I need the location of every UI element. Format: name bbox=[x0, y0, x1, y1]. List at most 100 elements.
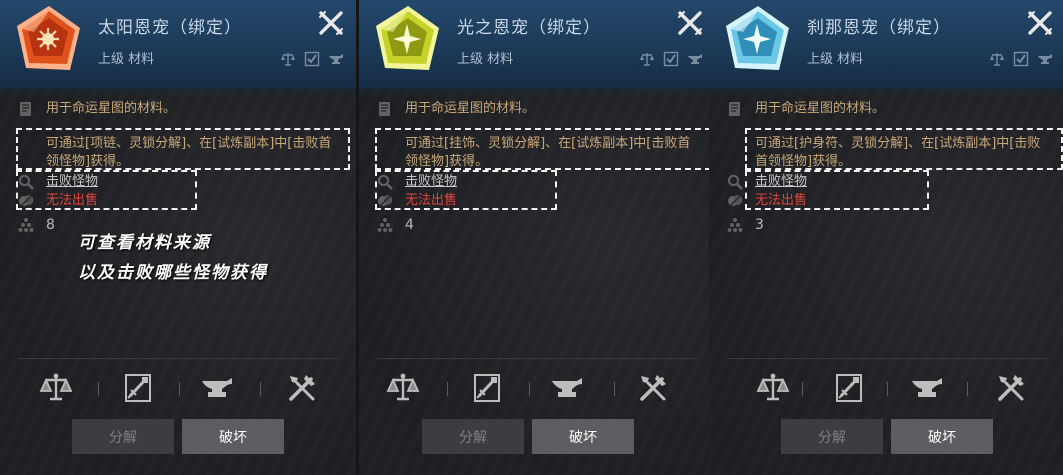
destroy-button[interactable]: 破坏 bbox=[891, 419, 993, 454]
divider bbox=[18, 358, 338, 359]
anvil-icon bbox=[687, 51, 703, 67]
quantity-row: 8 bbox=[18, 216, 55, 234]
stack-icon bbox=[18, 217, 34, 233]
stack-icon bbox=[727, 217, 743, 233]
separator bbox=[614, 382, 615, 396]
scroll-icon[interactable] bbox=[120, 370, 156, 406]
quantity-row: 4 bbox=[377, 216, 414, 234]
document-icon bbox=[18, 101, 34, 117]
tradeable-icon bbox=[639, 51, 655, 67]
tools-icon[interactable] bbox=[284, 370, 320, 406]
document-icon bbox=[377, 101, 393, 117]
item-description: 用于命运星图的材料。 bbox=[405, 101, 536, 116]
sun-gem-icon bbox=[17, 6, 80, 70]
dismantle-button[interactable]: 分解 bbox=[72, 419, 174, 454]
item-tooltip-panel: 太阳恩宠（绑定） 上级 材料 用于命运星图的材料。 可通过[项链、灵锁分解]、在… bbox=[0, 0, 356, 475]
item-name: 刹那恩宠（绑定） bbox=[807, 18, 951, 38]
separator bbox=[260, 382, 261, 396]
stack-icon bbox=[377, 217, 393, 233]
bound-check-icon bbox=[1013, 51, 1029, 67]
header-status-icons bbox=[989, 51, 1053, 67]
item-description: 用于命运星图的材料。 bbox=[46, 101, 177, 116]
header-status-icons bbox=[280, 51, 344, 67]
defeat-monster-link[interactable]: 击败怪物 bbox=[46, 173, 98, 191]
destroy-button[interactable]: 破坏 bbox=[182, 419, 284, 454]
sell-row: 无法出售 bbox=[18, 192, 98, 210]
item-description: 用于命运星图的材料。 bbox=[755, 101, 886, 116]
action-bar bbox=[709, 370, 1063, 410]
item-quantity: 3 bbox=[755, 217, 764, 233]
scale-icon[interactable] bbox=[385, 370, 421, 406]
monster-row: 击败怪物 bbox=[377, 173, 457, 191]
light-gem-icon bbox=[376, 6, 439, 70]
separator bbox=[967, 382, 968, 396]
tradeable-icon bbox=[989, 51, 1005, 67]
separator bbox=[802, 382, 803, 396]
action-bar bbox=[0, 370, 356, 410]
scale-icon[interactable] bbox=[38, 370, 74, 406]
bound-check-icon bbox=[304, 51, 320, 67]
coins-icon bbox=[727, 193, 743, 209]
dismantle-button[interactable]: 分解 bbox=[781, 419, 883, 454]
item-name: 太阳恩宠（绑定） bbox=[98, 18, 242, 38]
description-row: 用于命运星图的材料。 bbox=[18, 100, 176, 118]
destroy-button[interactable]: 破坏 bbox=[532, 419, 634, 454]
anvil-icon[interactable] bbox=[549, 370, 585, 406]
monster-row: 击败怪物 bbox=[727, 173, 807, 191]
defeat-monster-link[interactable]: 击败怪物 bbox=[405, 173, 457, 191]
annotation-line-2: 以及击败哪些怪物获得 bbox=[78, 263, 268, 283]
scroll-icon[interactable] bbox=[831, 370, 867, 406]
dismantle-button[interactable]: 分解 bbox=[422, 419, 524, 454]
bound-check-icon bbox=[663, 51, 679, 67]
close-icon[interactable] bbox=[675, 8, 705, 38]
sell-status: 无法出售 bbox=[46, 193, 99, 208]
description-row: 用于命运星图的材料。 bbox=[727, 100, 885, 118]
separator bbox=[887, 382, 888, 396]
annotation-line-1: 可查看材料来源 bbox=[78, 233, 211, 253]
item-tooltip-panel: 刹那恩宠（绑定） 上级 材料 用于命运星图的材料。 可通过[护身符、灵锁分解]、… bbox=[709, 0, 1063, 475]
separator bbox=[447, 382, 448, 396]
anvil-icon bbox=[1037, 51, 1053, 67]
source-row: 可通过[项链、灵锁分解]、在[试炼副本]中[击败首领怪物]获得。 bbox=[18, 135, 342, 171]
tools-icon[interactable] bbox=[993, 370, 1029, 406]
coins-icon bbox=[377, 193, 393, 209]
anvil-icon[interactable] bbox=[909, 370, 945, 406]
item-source: 可通过[护身符、灵锁分解]、在[试炼副本]中[击败首领怪物]获得。 bbox=[755, 136, 1041, 169]
scale-icon[interactable] bbox=[755, 370, 791, 406]
document-icon bbox=[727, 101, 743, 117]
action-bar bbox=[359, 370, 715, 410]
anvil-icon[interactable] bbox=[199, 370, 235, 406]
tools-icon[interactable] bbox=[635, 370, 671, 406]
search-icon bbox=[727, 174, 743, 190]
item-grade: 上级 材料 bbox=[807, 52, 864, 67]
coins-icon bbox=[18, 193, 34, 209]
description-row: 用于命运星图的材料。 bbox=[377, 100, 535, 118]
separator bbox=[179, 382, 180, 396]
separator bbox=[98, 382, 99, 396]
item-source: 可通过[挂饰、灵锁分解]、在[试炼副本]中[击败首领怪物]获得。 bbox=[405, 136, 691, 169]
scroll-icon[interactable] bbox=[469, 370, 505, 406]
item-name: 光之恩宠（绑定） bbox=[457, 18, 601, 38]
tooltip-header: 太阳恩宠（绑定） 上级 材料 bbox=[0, 0, 356, 96]
item-tooltip-panel: 光之恩宠（绑定） 上级 材料 用于命运星图的材料。 可通过[挂饰、灵锁分解]、在… bbox=[359, 0, 715, 475]
divider bbox=[377, 358, 697, 359]
sell-status: 无法出售 bbox=[755, 193, 808, 208]
header-status-icons bbox=[639, 51, 703, 67]
sell-row: 无法出售 bbox=[727, 192, 807, 210]
source-row: 可通过[挂饰、灵锁分解]、在[试炼副本]中[击败首领怪物]获得。 bbox=[377, 135, 701, 171]
sell-status: 无法出售 bbox=[405, 193, 458, 208]
tooltip-header: 刹那恩宠（绑定） 上级 材料 bbox=[709, 0, 1063, 96]
search-icon bbox=[18, 174, 34, 190]
close-icon[interactable] bbox=[1025, 8, 1055, 38]
quantity-row: 3 bbox=[727, 216, 764, 234]
search-icon bbox=[377, 174, 393, 190]
item-quantity: 8 bbox=[46, 217, 55, 233]
tradeable-icon bbox=[280, 51, 296, 67]
item-quantity: 4 bbox=[405, 217, 414, 233]
close-icon[interactable] bbox=[316, 8, 346, 38]
separator bbox=[529, 382, 530, 396]
item-grade: 上级 材料 bbox=[98, 52, 155, 67]
defeat-monster-link[interactable]: 击败怪物 bbox=[755, 173, 807, 191]
instant-gem-icon bbox=[726, 6, 789, 70]
sell-row: 无法出售 bbox=[377, 192, 457, 210]
